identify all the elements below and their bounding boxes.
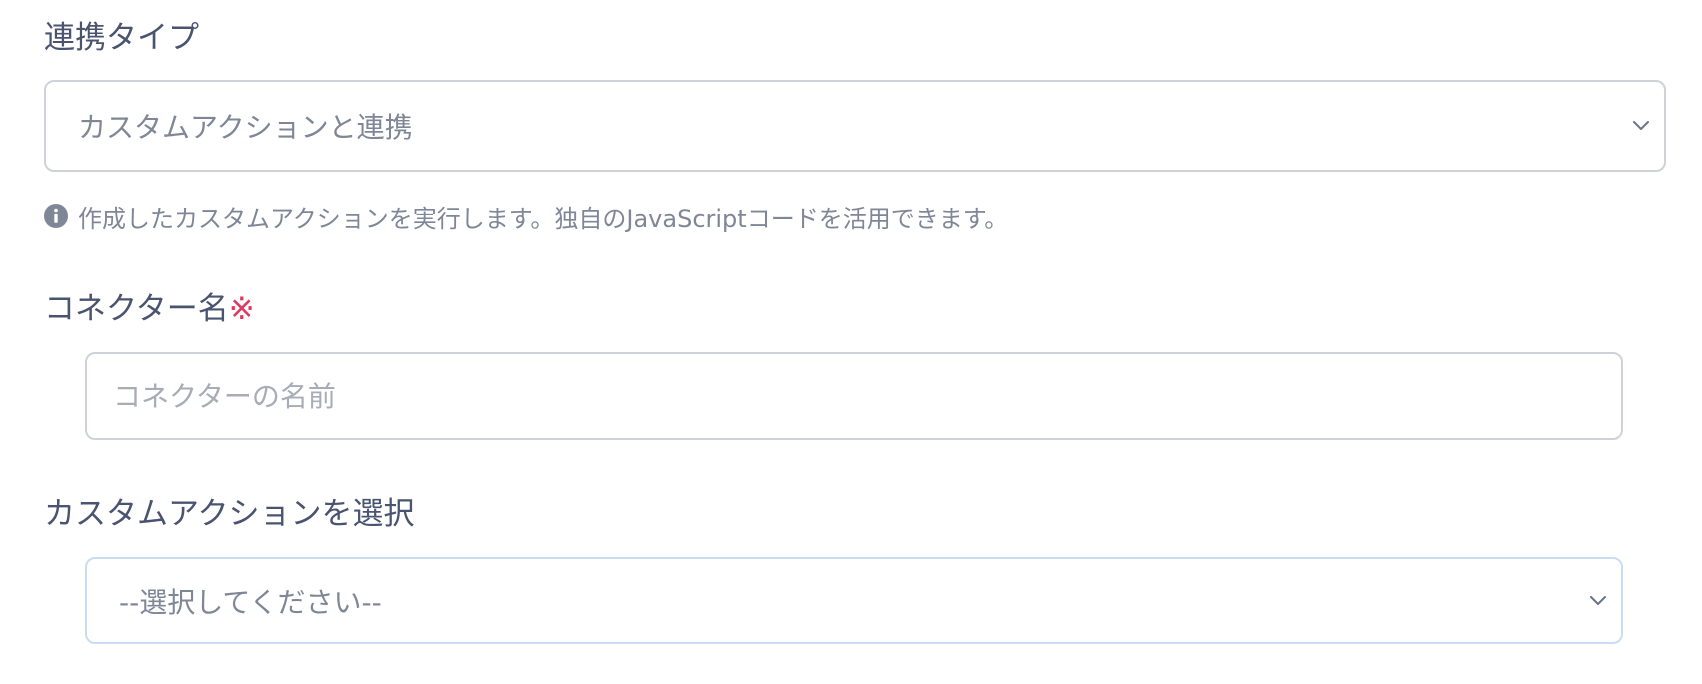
- integration-type-select[interactable]: カスタムアクションと連携: [44, 80, 1666, 172]
- integration-type-hint-text: 作成したカスタムアクションを実行します。独自のJavaScriptコードを活用で…: [78, 204, 1009, 233]
- connector-name-input[interactable]: [85, 352, 1623, 440]
- integration-type-hint: 作成したカスタムアクションを実行します。独自のJavaScriptコードを活用で…: [44, 198, 1008, 234]
- integration-type-value: カスタムアクションと連携: [78, 111, 413, 144]
- chevron-down-icon: [1590, 595, 1606, 605]
- connector-name-label-text: コネクター名: [44, 291, 229, 327]
- connector-name-label: コネクター名※: [44, 289, 255, 329]
- custom-action-label: カスタムアクションを選択: [44, 496, 415, 532]
- custom-action-value: --選択してください--: [119, 585, 382, 619]
- required-mark: ※: [228, 291, 255, 327]
- info-circle-icon: [44, 204, 68, 228]
- custom-action-select[interactable]: --選択してください--: [85, 557, 1623, 644]
- chevron-down-icon: [1633, 121, 1649, 130]
- integration-type-label: 連携タイプ: [44, 20, 199, 56]
